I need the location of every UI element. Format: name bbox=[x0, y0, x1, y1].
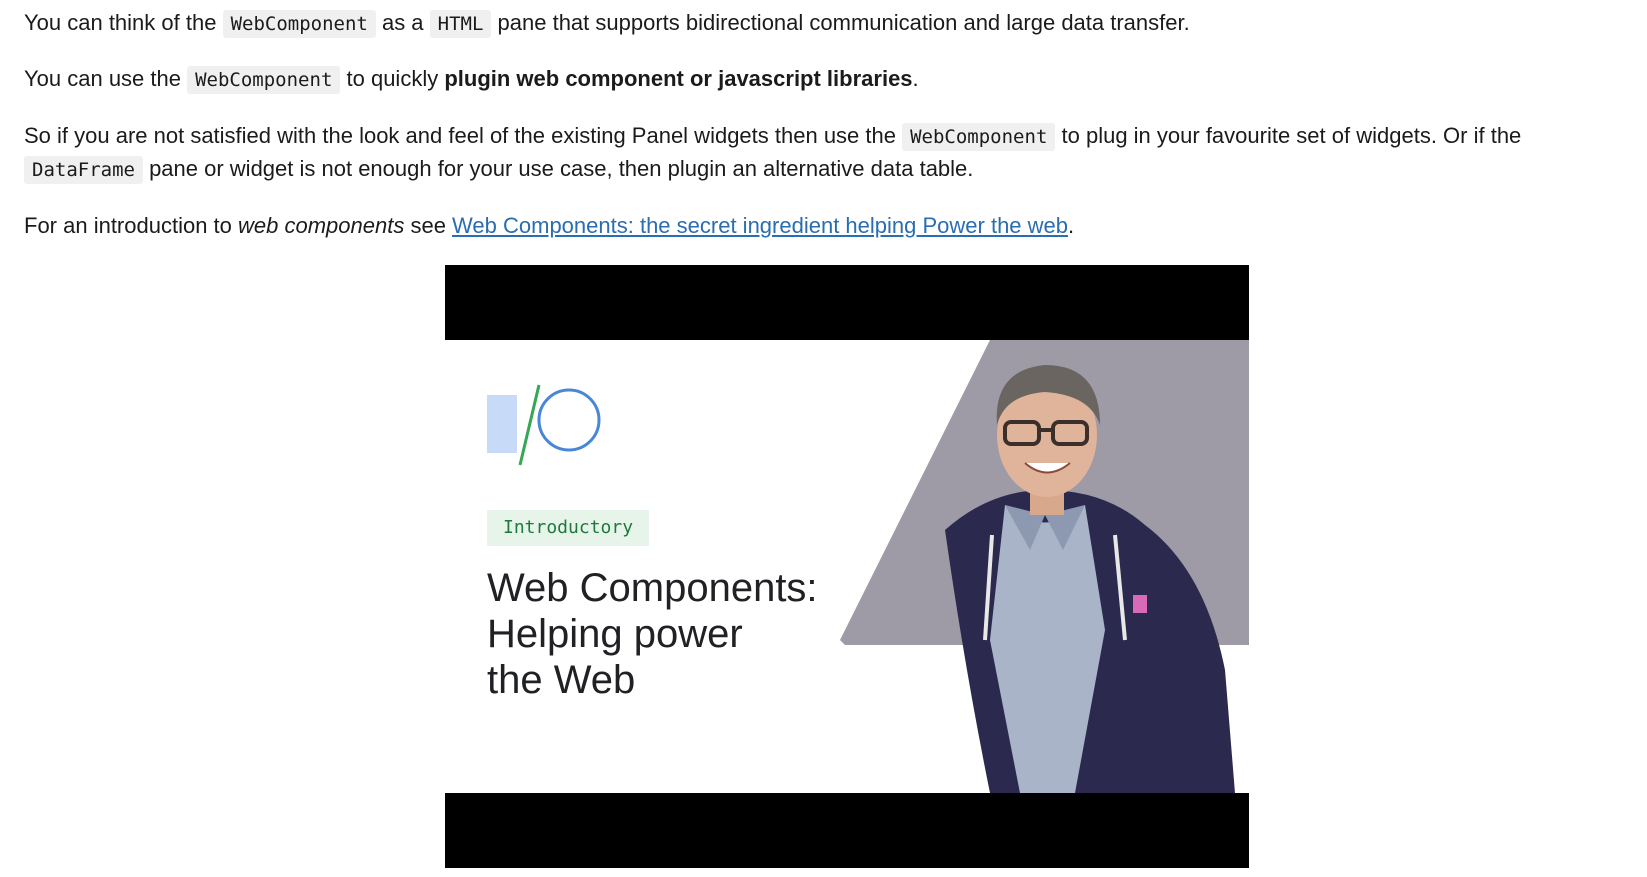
paragraph-intro: You can think of the WebComponent as a H… bbox=[24, 6, 1190, 41]
italic-text: web components bbox=[238, 213, 405, 238]
paragraph-widgets-line2: DataFrame pane or widget is not enough f… bbox=[24, 152, 973, 187]
paragraph-widgets-line1: So if you are not satisfied with the loo… bbox=[24, 119, 1521, 154]
text: You can think of the bbox=[24, 10, 223, 35]
code-dataframe: DataFrame bbox=[24, 156, 143, 184]
text: You can use the bbox=[24, 66, 188, 91]
text: . bbox=[1068, 213, 1075, 238]
text: So if you are not satisfied with the loo… bbox=[24, 123, 903, 148]
text: see bbox=[404, 213, 453, 238]
bold-text: plugin web component or javascript libra… bbox=[444, 66, 913, 91]
text: pane or widget is not enough for your us… bbox=[142, 156, 974, 181]
code-webcomponent: WebComponent bbox=[902, 123, 1056, 151]
google-io-logo-icon bbox=[487, 384, 601, 466]
code-webcomponent: WebComponent bbox=[187, 66, 341, 94]
text: . bbox=[912, 66, 919, 91]
web-components-article-link[interactable]: Web Components: the secret ingredient he… bbox=[452, 213, 1068, 238]
video-embed[interactable]: Introductory Web Components: Helping pow… bbox=[445, 265, 1249, 868]
code-html: HTML bbox=[429, 10, 492, 38]
code-webcomponent: WebComponent bbox=[222, 10, 376, 38]
text: to plug in your favourite set of widgets… bbox=[1055, 123, 1522, 148]
video-title: Web Components: Helping power the Web bbox=[487, 566, 818, 702]
text: to quickly bbox=[340, 66, 445, 91]
paragraph-introduction-link: For an introduction to web components se… bbox=[24, 209, 1074, 242]
video-level-badge: Introductory bbox=[487, 510, 650, 546]
paragraph-usage: You can use the WebComponent to quickly … bbox=[24, 62, 919, 97]
text: pane that supports bidirectional communi… bbox=[491, 10, 1190, 35]
text: For an introduction to bbox=[24, 213, 239, 238]
text: as a bbox=[375, 10, 430, 35]
video-thumbnail[interactable]: Introductory Web Components: Helping pow… bbox=[445, 340, 1249, 793]
